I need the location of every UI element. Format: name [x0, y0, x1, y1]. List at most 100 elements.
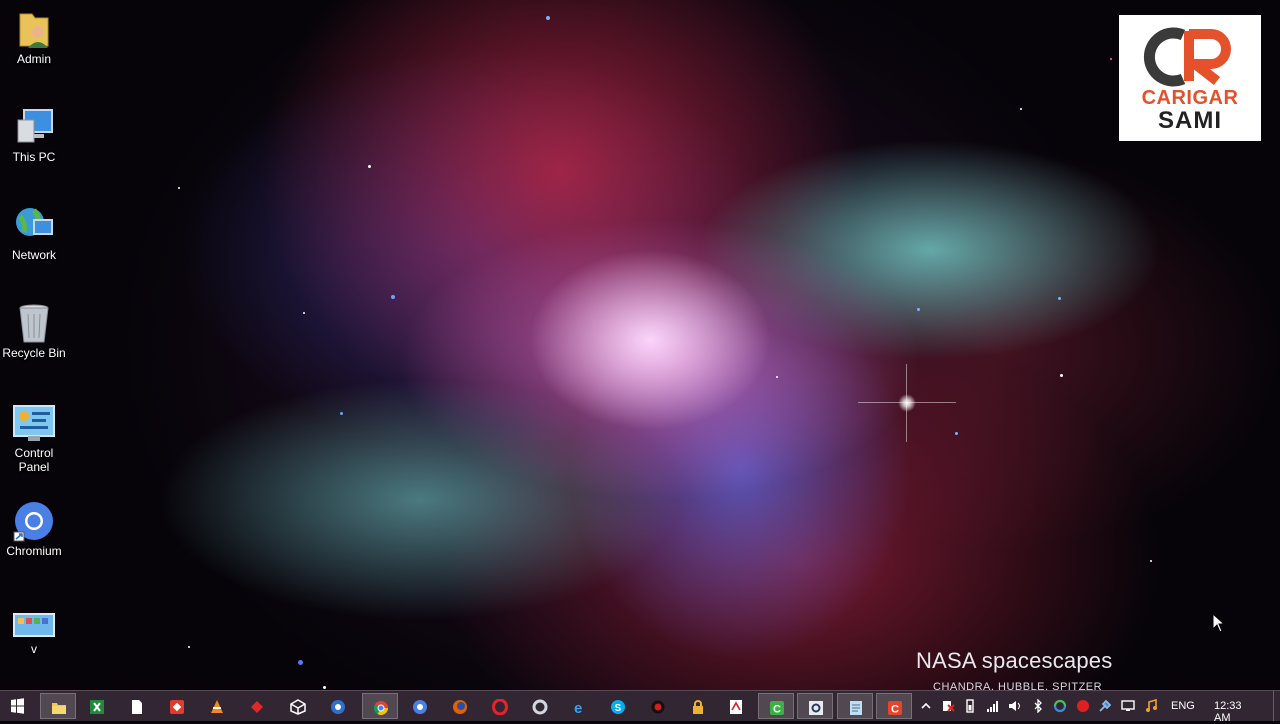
- lock-app-icon: [693, 700, 703, 714]
- computer-icon: [12, 106, 56, 148]
- taskbar-skype[interactable]: S: [600, 693, 636, 719]
- battery-icon[interactable]: [963, 699, 977, 713]
- taskbar-red-app[interactable]: [239, 693, 275, 719]
- taskbar-camtasia[interactable]: C: [758, 693, 794, 719]
- network-icon: [12, 204, 56, 246]
- excel-icon: [90, 700, 104, 714]
- taskbar-opera[interactable]: [482, 693, 518, 719]
- star: [391, 295, 395, 299]
- start-button[interactable]: [4, 695, 30, 717]
- taskbar-remote-desktop[interactable]: [320, 693, 356, 719]
- taskbar-document[interactable]: [119, 693, 155, 719]
- desktop-icon-control-panel[interactable]: Control Panel: [2, 402, 66, 474]
- vlc-icon: [211, 700, 223, 713]
- show-hidden-icons-chevron[interactable]: [919, 699, 933, 713]
- volume-icon[interactable]: [1008, 699, 1022, 713]
- star: [303, 312, 305, 314]
- star: [776, 376, 778, 378]
- star: [340, 412, 343, 415]
- bluetooth-icon[interactable]: [1031, 699, 1045, 713]
- taskbar-firefox[interactable]: [442, 693, 478, 719]
- svg-text:C: C: [773, 704, 781, 716]
- chrome-icon: [373, 701, 388, 715]
- mouse-cursor-icon: [1212, 613, 1226, 633]
- taskbar-lock-app[interactable]: [680, 693, 716, 719]
- red-tray-icon[interactable]: [1076, 699, 1090, 713]
- logo-mark-icon: [1143, 27, 1231, 87]
- star: [323, 686, 326, 689]
- desktop-icon-recycle-bin[interactable]: Recycle Bin: [2, 302, 66, 360]
- music-icon[interactable]: [1144, 699, 1158, 713]
- show-desktop-button[interactable]: [1273, 691, 1280, 721]
- taskbar-anydesk[interactable]: [159, 693, 195, 719]
- taskbar-recorder[interactable]: C: [876, 693, 912, 719]
- record-icon: [651, 700, 665, 714]
- star: [1060, 374, 1063, 377]
- wallpaper-credit-title: NASA spacescapes: [916, 648, 1113, 673]
- star: [955, 432, 958, 435]
- desktop-icon-label: Recycle Bin: [2, 346, 66, 360]
- desktop-icon-label: Admin: [16, 52, 51, 66]
- desktop-icon-label: Chromium: [6, 544, 62, 558]
- taskbar: e S C C ENG 12:33 AM: [0, 690, 1280, 724]
- taskbar-notepad[interactable]: [837, 693, 873, 719]
- star: [1150, 560, 1152, 562]
- taskbar-file-explorer[interactable]: [40, 693, 76, 719]
- taskbar-chrome[interactable]: [362, 693, 398, 719]
- opera-icon: [492, 699, 508, 715]
- file-explorer-icon: [52, 703, 66, 714]
- desktop-icon-admin[interactable]: Admin: [2, 8, 66, 66]
- desktop-icon-this-pc[interactable]: This PC: [2, 106, 66, 164]
- signal-icon[interactable]: [986, 699, 1000, 713]
- recorder-icon: C: [888, 701, 902, 716]
- star: [188, 646, 190, 648]
- channel-logo: CARIGAR SAMI: [1119, 15, 1261, 141]
- control-panel-icon: [12, 402, 56, 444]
- chromium-icon: [413, 700, 427, 714]
- camtasia-icon: C: [770, 701, 784, 716]
- tool-icon[interactable]: [1098, 699, 1112, 713]
- taskbar-vlc[interactable]: [199, 693, 235, 719]
- flag-icon[interactable]: [941, 699, 955, 713]
- star: [546, 16, 550, 20]
- taskbar-settings-app[interactable]: [797, 693, 833, 719]
- windows-start-icon: [11, 698, 24, 714]
- internet-explorer-icon: e: [574, 700, 582, 715]
- star: [917, 308, 920, 311]
- input-language-indicator[interactable]: ENG: [1171, 700, 1195, 712]
- desktop-icon-label: v: [31, 642, 37, 656]
- star: [1110, 58, 1112, 60]
- taskbar-excel[interactable]: [79, 693, 115, 719]
- star: [178, 187, 180, 189]
- desktop-icon-network[interactable]: Network: [2, 204, 66, 262]
- chromium-icon: [12, 500, 56, 542]
- pdf-icon: [730, 700, 742, 714]
- application-icon: [12, 604, 56, 640]
- taskbar-virtualbox[interactable]: [280, 693, 316, 719]
- star: [1058, 297, 1061, 300]
- taskbar-pdf[interactable]: [718, 693, 754, 719]
- notepad-icon: [850, 701, 862, 715]
- taskbar-clock[interactable]: 12:33 AM: [1214, 700, 1242, 724]
- user-folder-icon: [12, 8, 56, 50]
- desktop-icon-label-text: Control Panel: [14, 446, 54, 474]
- desktop-icon-label: Control Panel: [2, 446, 66, 474]
- anydesk-icon: [170, 700, 184, 714]
- star: [298, 660, 303, 665]
- recycle-bin-icon: [12, 302, 56, 344]
- taskbar-chromium[interactable]: [402, 693, 438, 719]
- remote-desktop-icon: [331, 700, 345, 714]
- star: [368, 165, 371, 168]
- taskbar-sync-app[interactable]: [522, 693, 558, 719]
- firefox-icon: [453, 700, 467, 714]
- desktop-icon-chromium[interactable]: Chromium: [2, 500, 66, 558]
- taskbar-record[interactable]: [640, 693, 676, 719]
- logo-text-sami: SAMI: [1158, 107, 1222, 134]
- desktop-wallpaper: NASA spacescapes CHANDRA, HUBBLE, SPITZE…: [0, 0, 1280, 690]
- sync-tray-icon[interactable]: [1053, 699, 1067, 713]
- svg-text:S: S: [615, 703, 622, 714]
- sync-icon: [532, 699, 548, 715]
- taskbar-internet-explorer[interactable]: e: [562, 693, 598, 719]
- display-icon[interactable]: [1121, 699, 1135, 713]
- desktop-icon-v[interactable]: v: [2, 604, 66, 656]
